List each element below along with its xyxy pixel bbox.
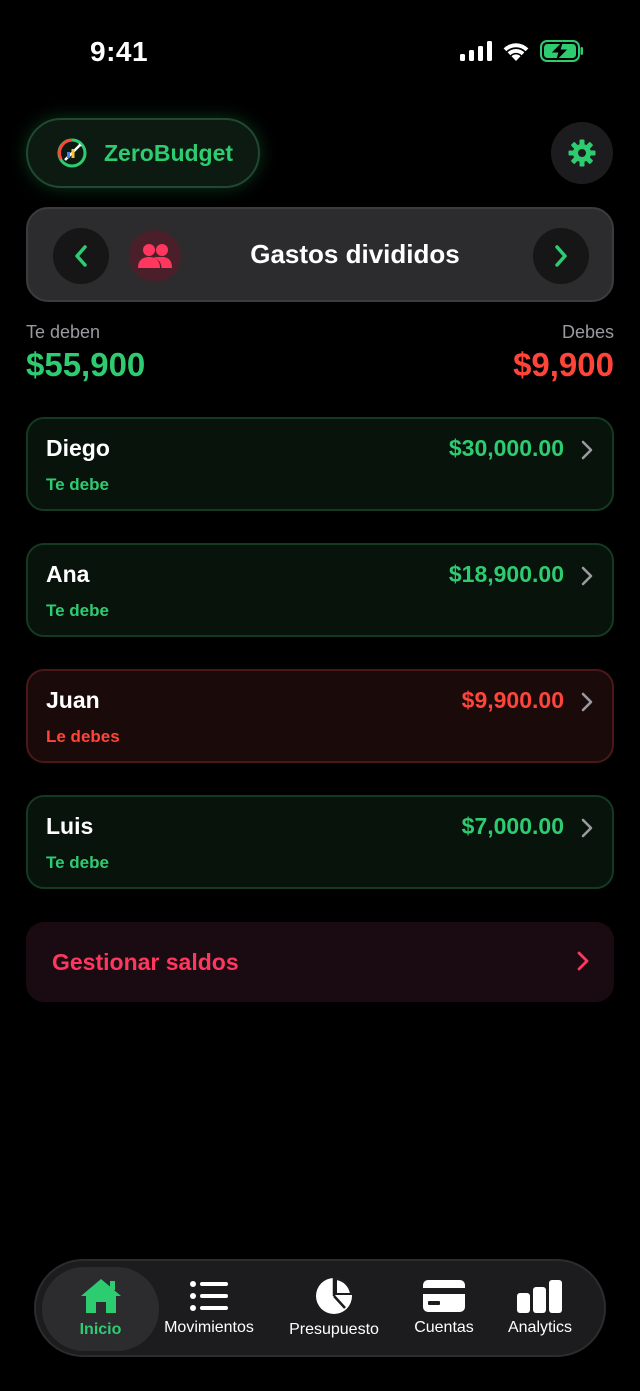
you-owe-value: $9,900 [513,346,614,383]
battery-charging-icon [540,40,583,62]
chevron-left-icon [75,245,87,267]
section-switcher: Gastos divididos [26,207,614,302]
tab-label: Presupuesto [289,1321,379,1338]
person-amount: $18,900.00 [448,561,564,587]
person-name: Ana [46,561,90,587]
gear-icon [568,139,596,167]
owed-to-you-value: $55,900 [26,346,146,383]
cellular-signal-icon [460,41,492,61]
chevron-right-icon [581,440,593,460]
list-icon [190,1281,228,1311]
previous-section-button[interactable] [53,228,109,284]
status-bar: 9:41 [0,0,640,100]
chevron-right-icon [581,692,593,712]
person-name: Diego [46,435,110,461]
bar-chart-icon [517,1280,562,1313]
person-amount: $7,000.00 [461,813,564,839]
person-card-diego[interactable]: Diego Te debe $30,000.00 [26,417,614,511]
person-name: Juan [46,687,100,713]
section-title: Gastos divididos [250,239,460,269]
chevron-right-icon [581,566,593,586]
chevron-right-icon [577,951,589,971]
home-icon [80,1279,121,1313]
people-icon [138,244,172,268]
next-section-button[interactable] [533,228,589,284]
tab-label: Movimientos [164,1319,254,1336]
tab-cuentas[interactable]: Cuentas [401,1261,487,1355]
person-amount: $9,900.00 [461,687,564,713]
status-icons [460,40,584,62]
tab-analytics[interactable]: Analytics [494,1261,586,1355]
person-status: Te debe [46,853,109,872]
person-status: Te debe [46,601,109,620]
tab-movimientos[interactable]: Movimientos [159,1261,259,1355]
wifi-icon [503,43,529,61]
card-icon [423,1280,465,1312]
section-icon [129,230,181,282]
person-card-luis[interactable]: Luis Te debe $7,000.00 [26,795,614,889]
settings-button[interactable] [551,122,613,184]
tab-label: Inicio [79,1321,122,1338]
person-card-juan[interactable]: Juan Le debes $9,900.00 [26,669,614,763]
manage-balances-button[interactable]: Gestionar saldos [26,922,614,1002]
person-status: Le debes [46,727,120,746]
person-name: Luis [46,813,94,839]
person-amount: $30,000.00 [448,435,564,461]
tab-inicio[interactable]: Inicio [42,1261,159,1355]
tab-presupuesto[interactable]: Presupuesto [279,1261,389,1355]
person-status: Te debe [46,475,109,494]
chevron-right-icon [581,818,593,838]
pie-chart-icon [316,1277,353,1314]
tab-bar: Inicio Movimientos Presupuesto Cuentas A… [34,1259,606,1357]
you-owe-label: Debes [561,322,614,342]
tab-label: Cuentas [414,1319,474,1336]
status-time: 9:41 [90,36,149,67]
app-name: ZeroBudget [104,139,234,166]
brand-pill[interactable]: ZeroBudget [26,118,260,188]
person-card-ana[interactable]: Ana Te debe $18,900.00 [26,543,614,637]
tab-label: Analytics [507,1319,573,1336]
zerobudget-logo-icon [57,138,87,168]
manage-balances-label: Gestionar saldos [52,948,239,975]
owed-to-you-label: Te deben [26,322,101,342]
chevron-right-icon [555,245,567,267]
